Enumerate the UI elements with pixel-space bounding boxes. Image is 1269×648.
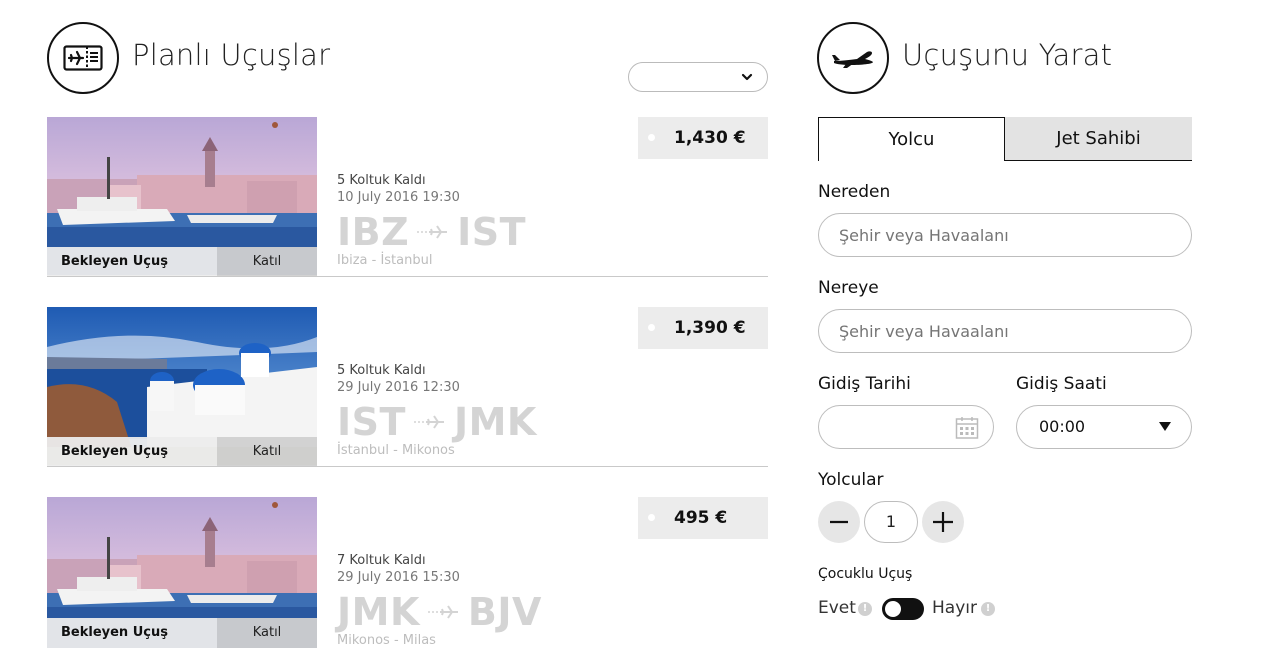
destination-code: IST [457,210,527,254]
flight-route: JMK BJV [337,589,542,635]
passengers-label: Yolcular [818,470,884,490]
price-badge: 1,430 € [638,117,768,159]
route-plane-icon [427,605,460,619]
seats-left: 5 Koltuk Kaldı [337,363,426,378]
flight-datetime: 10 July 2016 19:30 [337,190,460,205]
price-badge: 495 € [638,497,768,539]
departure-time-select[interactable]: 00:00 [1016,405,1192,449]
seats-left: 5 Koltuk Kaldı [337,173,426,188]
flight-status-label: Bekleyen Uçuş [47,437,217,467]
flight-card: Bekleyen Uçuş Katıl 5 Koltuk Kaldı 29 Ju… [47,307,768,467]
route-cities: Ibiza - İstanbul [337,253,433,268]
child-flight-yes-label: Evet [818,598,856,618]
origin-code: JMK [337,590,420,634]
calendar-icon[interactable] [955,416,979,440]
flight-status-label: Bekleyen Uçuş [47,247,217,277]
caret-down-icon [1159,422,1171,431]
price-amount: 1,430 € [674,128,746,148]
child-flight-no-label: Hayır [932,598,977,618]
flight-sort-select[interactable] [628,62,768,92]
departure-date-label: Gidiş Tarihi [818,374,911,394]
decrease-passengers-button[interactable] [818,501,860,543]
tab-passenger[interactable]: Yolcu [818,117,1005,161]
from-input[interactable] [818,213,1192,257]
card-divider [47,276,768,277]
toggle-knob [885,601,901,617]
ticket-icon [47,22,119,94]
planned-flights-title: Planlı Uçuşlar [132,38,331,72]
tab-jet-owner[interactable]: Jet Sahibi [1005,117,1192,161]
to-label: Nereye [818,278,879,298]
increase-passengers-button[interactable] [922,501,964,543]
departure-date-field[interactable] [818,405,994,449]
to-input[interactable] [818,309,1192,353]
flight-datetime: 29 July 2016 15:30 [337,570,460,585]
flight-route: IST JMK [337,399,537,445]
origin-code: IBZ [337,210,410,254]
card-divider [47,466,768,467]
departure-time-label: Gidiş Saati [1016,374,1107,394]
user-type-tabs: Yolcu Jet Sahibi [818,117,1192,161]
info-icon[interactable]: ! [981,602,995,616]
route-cities: Mikonos - Milas [337,633,436,648]
minus-icon [830,520,848,524]
flight-card: Bekleyen Uçuş Katıl 7 Koltuk Kaldı 29 Ju… [47,497,768,648]
flight-status-label: Bekleyen Uçuş [47,618,217,648]
from-label: Nereden [818,182,891,202]
price-amount: 495 € [674,508,728,528]
flight-card: Bekleyen Uçuş Katıl 5 Koltuk Kaldı 10 Ju… [47,117,768,277]
airplane-icon [817,22,889,94]
departure-time-value: 00:00 [1039,417,1086,436]
join-flight-button[interactable]: Katıl [217,437,317,467]
flight-route: IBZ IST [337,209,526,255]
origin-code: IST [337,400,406,444]
plus-icon [933,512,953,532]
price-dot-icon [648,324,655,331]
seats-left: 7 Koltuk Kaldı [337,553,426,568]
child-flight-toggle[interactable] [882,598,924,620]
price-dot-icon [648,514,655,521]
price-amount: 1,390 € [674,318,746,338]
child-flight-label: Çocuklu Uçuş [818,566,913,582]
route-plane-icon [413,415,446,429]
passenger-count[interactable]: 1 [864,501,918,543]
chevron-down-icon [741,73,753,81]
flight-datetime: 29 July 2016 12:30 [337,380,460,395]
info-icon[interactable]: ! [858,602,872,616]
join-flight-button[interactable]: Katıl [217,618,317,648]
route-cities: İstanbul - Mikonos [337,443,455,458]
destination-code: JMK [453,400,537,444]
create-flight-title: Uçuşunu Yarat [902,38,1113,72]
price-badge: 1,390 € [638,307,768,349]
route-plane-icon [417,225,449,239]
destination-code: BJV [467,590,542,634]
join-flight-button[interactable]: Katıl [217,247,317,277]
price-dot-icon [648,134,655,141]
